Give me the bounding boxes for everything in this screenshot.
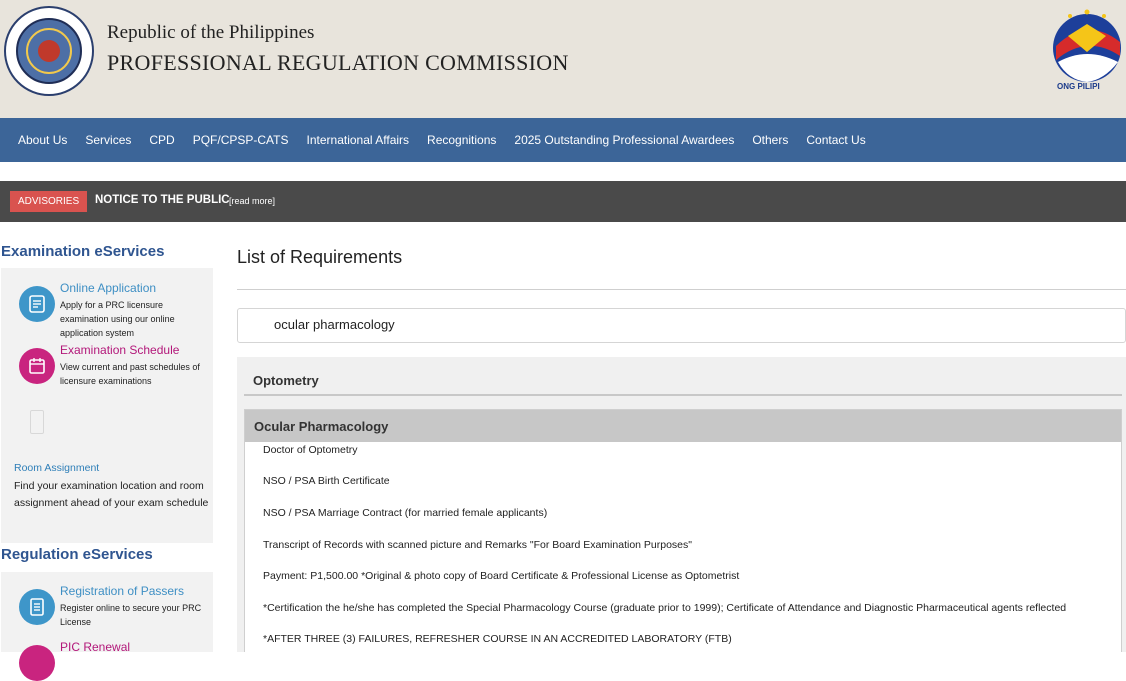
- requirement-item: Transcript of Records with scanned pictu…: [263, 539, 693, 551]
- requirement-item: NSO / PSA Birth Certificate: [263, 475, 390, 487]
- main-nav: About Us Services CPD PQF/CPSP-CATS Inte…: [0, 118, 1126, 162]
- nav-about-us[interactable]: About Us: [9, 133, 76, 147]
- requirements-accordion: Optometry Ocular Pharmacology Doctor of …: [237, 357, 1126, 652]
- requirement-item: Payment: P1,500.00 *Original & photo cop…: [263, 570, 740, 582]
- accordion-ocular-pharmacology-header[interactable]: Ocular Pharmacology: [245, 410, 1121, 442]
- requirements-search-box[interactable]: [237, 308, 1126, 343]
- prc-seal-logo[interactable]: [4, 6, 94, 96]
- advisories-badge: ADVISORIES: [10, 191, 88, 212]
- requirement-item: Doctor of Optometry: [263, 444, 358, 456]
- registration-of-passers-link[interactable]: Registration of Passers: [60, 584, 184, 598]
- online-application-desc: Apply for a PRC licensure examination us…: [60, 300, 175, 338]
- nav-cpd[interactable]: CPD: [140, 133, 183, 147]
- regulation-eservices-title: Regulation eServices: [1, 546, 153, 563]
- header-country: Republic of the Philippines: [107, 22, 315, 43]
- nav-contact-us[interactable]: Contact Us: [797, 133, 874, 147]
- calendar-icon: [19, 348, 55, 384]
- regulation-eservices-panel: Registration of Passers Register online …: [1, 572, 213, 681]
- nav-international-affairs[interactable]: International Affairs: [298, 133, 419, 147]
- requirement-item: *AFTER THREE (3) FAILURES, REFRESHER COU…: [263, 633, 732, 645]
- requirements-search-input[interactable]: [274, 317, 1074, 332]
- header-agency-name: PROFESSIONAL REGULATION COMMISSION: [107, 50, 569, 75]
- page-title: List of Requirements: [237, 247, 403, 267]
- room-assignment-icon: [30, 410, 44, 434]
- accordion-optometry-header[interactable]: Optometry: [244, 363, 1122, 396]
- registration-icon: [19, 589, 55, 625]
- site-header: Republic of the Philippines PROFESSIONAL…: [0, 0, 1126, 118]
- nav-pqf-cpsp-cats[interactable]: PQF/CPSP-CATS: [184, 133, 298, 147]
- nav-recognitions[interactable]: Recognitions: [418, 133, 505, 147]
- title-divider: [237, 289, 1126, 290]
- room-assignment-link[interactable]: Room Assignment: [14, 462, 99, 474]
- advisory-notice-text: NOTICE TO THE PUBLIC: [95, 194, 230, 206]
- read-more-link[interactable]: [read more]: [229, 196, 275, 206]
- accordion-ocular-pharmacology-panel: Ocular Pharmacology Doctor of Optometry …: [244, 409, 1122, 652]
- seal-core: [38, 40, 60, 62]
- requirement-item: *Certification the he/she has completed …: [263, 602, 1067, 614]
- online-application-icon: [19, 286, 55, 322]
- nav-outstanding-awardees[interactable]: 2025 Outstanding Professional Awardees: [505, 133, 743, 147]
- examination-eservices-title: Examination eServices: [1, 243, 165, 260]
- room-assignment-desc: Find your examination location and room …: [14, 480, 209, 509]
- examination-schedule-link[interactable]: Examination Schedule: [60, 343, 179, 357]
- requirement-item: NSO / PSA Marriage Contract (for married…: [263, 507, 548, 519]
- renewal-icon: [19, 645, 55, 681]
- advisory-bar: ADVISORIES NOTICE TO THE PUBLIC [read mo…: [0, 181, 1126, 222]
- nav-services[interactable]: Services: [76, 133, 140, 147]
- online-application-link[interactable]: Online Application: [60, 281, 156, 295]
- bagong-pilipinas-text: ONG PILIPI: [1057, 82, 1100, 91]
- nav-others[interactable]: Others: [743, 133, 797, 147]
- registration-of-passers-desc: Register online to secure your PRC Licen…: [60, 603, 202, 627]
- examination-schedule-desc: View current and past schedules of licen…: [60, 362, 200, 386]
